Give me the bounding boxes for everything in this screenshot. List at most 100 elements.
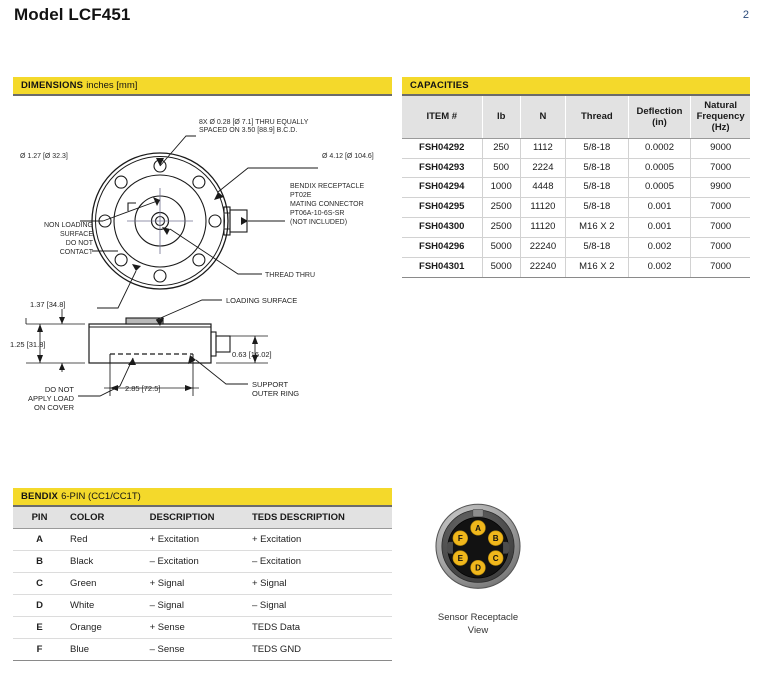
cell-description: – Sense [145,638,248,661]
cell-frequency: 9900 [690,177,750,199]
cell-thread: 5/8-18 [565,197,629,219]
annotation-dim-connector: 0.63 [16.02] [232,350,272,359]
cell-color: White [66,594,146,617]
cell-description: – Excitation [145,550,248,573]
receptacle-pin-E-label: E [458,554,464,563]
table-row: FSH04294 1000 4448 5/8-18 0.0005 9900 [402,177,750,199]
top-view-flange [91,152,248,290]
cell-n: 11120 [520,217,567,239]
annotation-non-loading-line1: NON LOADING [44,222,93,229]
dimensions-banner-subtitle: inches [mm] [86,80,138,91]
table-row: FSH04292 250 1112 5/8-18 0.0002 9000 [402,138,750,159]
capacities-header-row: ITEM # lb N Thread Deflection (in) Natur… [402,96,750,139]
cell-n: 22240 [520,257,567,279]
cell-color: Red [66,528,146,551]
col-frequency-line2: Frequency [696,111,745,123]
annotation-receptacle-line2: PT02E [290,192,312,199]
dimensions-panel: DIMENSIONS inches [mm] [13,77,392,96]
cell-deflection: 0.0005 [628,177,692,199]
cell-thread: 5/8-18 [565,138,629,159]
cell-item: FSH04296 [402,237,483,259]
annotation-bore-diameter: Ø 1.27 [Ø 32.3] [20,153,68,160]
annotation-do-not-apply-line1: DO NOT [45,385,75,394]
cell-lb: 500 [482,158,521,179]
receptacle-caption-line2: View [467,624,489,636]
annotation-non-loading-line2: SURFACE [60,231,93,238]
receptacle-pin-F: F [452,530,468,546]
table-row: B Black – Excitation – Excitation [13,550,392,573]
cell-thread: M16 X 2 [565,217,629,239]
table-row: F Blue – Sense TEDS GND [13,638,392,661]
cell-description: + Signal [145,572,248,595]
cell-description: – Signal [145,594,248,617]
col-color: COLOR [66,507,146,529]
cell-deflection: 0.002 [628,257,692,279]
cell-lb: 5000 [482,257,521,279]
annotation-loading-surface: LOADING SURFACE [226,296,297,305]
annotation-support-ring-line1: SUPPORT [252,380,289,389]
dimensions-banner: DIMENSIONS inches [mm] [13,77,392,96]
annotation-dim-height-total: 1.37 [34.8] [30,300,65,309]
receptacle-pin-B-label: B [493,534,499,543]
cell-n: 1112 [520,138,567,159]
cell-frequency: 7000 [690,237,750,259]
cell-n: 22240 [520,237,567,259]
col-frequency: Natural Frequency (Hz) [690,96,750,139]
cell-pin: D [13,594,67,617]
cell-frequency: 7000 [690,217,750,239]
receptacle-pin-A-label: A [475,524,481,533]
annotation-receptacle-line3: MATING CONNECTOR [290,201,364,208]
cell-deflection: 0.001 [628,217,692,239]
receptacle-keyway [472,509,484,518]
cell-n: 2224 [520,158,567,179]
cell-frequency: 7000 [690,158,750,179]
cell-pin: F [13,638,67,661]
cell-description: + Excitation [145,528,248,551]
cell-pin: A [13,528,67,551]
capacities-banner: CAPACITIES [402,77,750,96]
cell-item: FSH04294 [402,177,483,199]
annotation-receptacle-line5: (NOT INCLUDED) [290,219,347,226]
bendix-banner: BENDIX 6-PIN (CC1/CC1T) [13,488,392,507]
cell-item: FSH04301 [402,257,483,279]
cell-description: + Sense [145,616,248,639]
dimensions-banner-title: DIMENSIONS [21,80,84,91]
receptacle-pin-C: C [488,550,504,566]
bendix-banner-subtitle: 6-PIN (CC1/CC1T) [61,491,141,502]
capacities-banner-title: CAPACITIES [410,80,469,91]
receptacle-pin-E: E [452,550,468,566]
top-view-leaders [80,135,318,309]
bendix-banner-title: BENDIX [21,491,59,502]
cell-pin: E [13,616,67,639]
col-n: N [520,96,567,139]
col-deflection: Deflection (in) [628,96,692,139]
col-item: ITEM # [402,96,483,139]
receptacle-key-left [446,541,453,554]
receptacle-pin-B: B [488,530,504,546]
datasheet-page: Model LCF451 2 DIMENSIONS inches [mm] 8X… [0,0,763,690]
cell-color: Black [66,550,146,573]
annotation-receptacle-line1: BENDIX RECEPTACLE [290,183,364,190]
cell-thread: M16 X 2 [565,257,629,279]
col-deflection-line2: (in) [652,116,667,128]
page-number: 2 [742,9,749,21]
receptacle-key-right [503,541,510,554]
annotation-non-loading-line3: DO NOT [66,240,94,247]
cell-n: 4448 [520,177,567,199]
top-view-annotations: 8X Ø 0.28 [Ø 7.1] THRU EQUALLY SPACED ON… [20,119,374,279]
table-row: FSH04300 2500 11120 M16 X 2 0.001 7000 [402,217,750,239]
table-row: FSH04293 500 2224 5/8-18 0.0005 7000 [402,158,750,179]
cell-deflection: 0.0002 [628,138,692,159]
annotation-receptacle-line4: PT06A-10-6S-SR [290,210,344,217]
cell-item: FSH04293 [402,158,483,179]
annotation-non-loading-line4: CONTACT [60,249,94,256]
annotation-dim-width: 2.85 [72.5] [125,384,160,393]
receptacle-pin-D: D [470,559,486,576]
receptacle-view-panel: A B C D E F Sensor Receptacle View [398,488,558,638]
cell-frequency: 9000 [690,138,750,159]
bendix-panel: BENDIX 6-PIN (CC1/CC1T) PIN COLOR DESCRI… [13,488,392,661]
table-row: D White – Signal – Signal [13,594,392,617]
side-view-leaders [78,299,248,397]
table-row: E Orange + Sense TEDS Data [13,616,392,639]
col-frequency-line3: (Hz) [711,122,730,134]
